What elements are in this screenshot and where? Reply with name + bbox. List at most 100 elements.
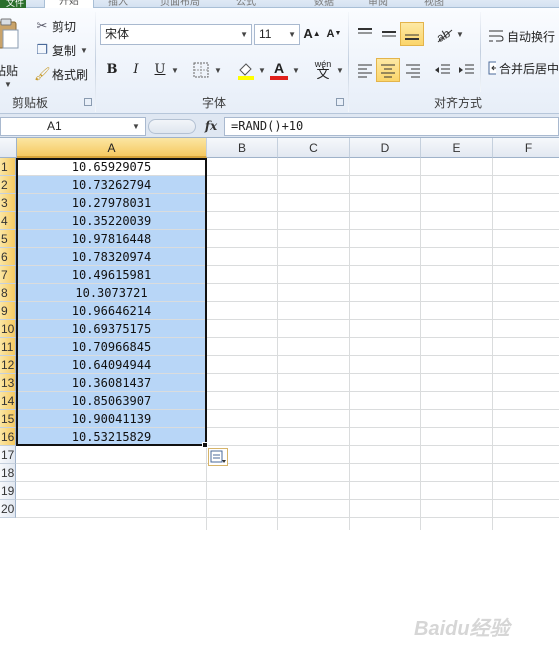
font-color-dropdown-icon[interactable]: ▼ [292,66,300,75]
paste-button[interactable]: 粘贴 ▼ [0,18,24,89]
paste-options-button[interactable] [208,448,228,466]
merge-center-button[interactable]: 合并后居中 [488,58,559,78]
formula-input[interactable]: =RAND()+10 [224,117,559,136]
insert-function-button[interactable]: fx [201,118,221,135]
orientation-dropdown-icon[interactable]: ▼ [456,30,464,39]
group-separator [480,12,481,92]
fill-color-icon[interactable] [236,60,256,80]
column-header-e[interactable]: E [421,138,493,158]
font-launcher-icon[interactable] [336,98,344,106]
wrap-text-button[interactable]: 自动换行 [488,26,555,46]
column-header-c[interactable]: C [278,138,350,158]
cut-button[interactable]: ✂ 剪切 [34,16,76,36]
row-header-17[interactable]: 17 [0,446,16,464]
align-bottom-button[interactable] [400,22,424,46]
wrap-text-label: 自动换行 [507,29,556,44]
row-header-1[interactable]: 1 [0,158,16,176]
row-header-11[interactable]: 11 [0,338,16,356]
tab-review[interactable]: 审阅 [368,0,398,8]
name-box[interactable]: A1 [0,117,146,136]
column-header-f[interactable]: F [493,138,559,158]
align-left-icon[interactable] [356,62,374,78]
orientation-icon[interactable]: ab [434,24,456,44]
fill-color-dropdown-icon[interactable]: ▼ [258,66,266,75]
row-header-14[interactable]: 14 [0,392,16,410]
clipboard-launcher-icon[interactable] [84,98,92,106]
paste-dropdown-icon[interactable]: ▼ [4,80,12,89]
underline-button[interactable]: U [150,60,170,80]
worksheet-grid[interactable]: ABCDEF 1 2 3 4 5 6 7 8 9 10 11 12 13 14 15 16 17 18 19 20 1… [0,138,559,640]
grow-font-icon[interactable]: A▲ [302,24,322,44]
font-size-combo[interactable]: 11 ▼ [254,24,300,45]
row-header-8[interactable]: 8 [0,284,16,302]
decrease-indent-icon[interactable] [434,62,452,78]
align-center-button[interactable] [376,58,400,82]
row-header-2[interactable]: 2 [0,176,16,194]
format-painter-button[interactable]: 🖌 格式刷 [34,64,88,84]
phonetic-dropdown-icon[interactable]: ▼ [336,66,344,75]
shrink-font-icon[interactable]: A▼ [324,24,344,44]
merge-center-label: 合并后居中 [498,61,559,76]
tab-insert[interactable]: 插入 [108,0,138,8]
group-separator [95,12,96,112]
row-header-12[interactable]: 12 [0,356,16,374]
watermark: Baidu经验 [414,618,510,640]
align-right-icon[interactable] [404,62,422,78]
gridline-horizontal [16,499,559,500]
align-bottom-icon [405,34,419,40]
row-header-6[interactable]: 6 [0,248,16,266]
row-header-13[interactable]: 13 [0,374,16,392]
formula-bar-splitter[interactable] [148,119,196,134]
select-all-corner[interactable] [0,138,17,158]
underline-dropdown-icon[interactable]: ▼ [171,66,179,75]
format-painter-icon: 🖌 [34,66,51,81]
font-name-combo[interactable]: 宋体 ▼ [100,24,252,45]
column-header-a[interactable]: A [17,138,207,158]
font-group-label: 字体 [202,96,227,110]
row-header-9[interactable]: 9 [0,302,16,320]
row-header-20[interactable]: 20 [0,500,16,518]
italic-button[interactable]: I [126,60,146,80]
tab-data[interactable]: 数据 [314,0,344,8]
font-color-icon[interactable]: A [270,60,288,80]
gridline-horizontal [16,517,559,518]
paste-options-icon [210,450,226,463]
row-header-4[interactable]: 4 [0,212,16,230]
border-icon[interactable] [193,62,209,78]
align-top-icon[interactable] [356,26,374,42]
row-header-18[interactable]: 18 [0,464,16,482]
gridline-horizontal [16,463,559,464]
align-middle-icon[interactable] [380,26,398,42]
wrap-text-icon [489,30,504,42]
gridline-vertical [420,158,421,530]
ribbon-home: 粘贴 ▼ ✂ 剪切 ❐ 复制 ▼ 🖌 格式刷 剪贴板 宋体 ▼ 11 ▼ A▲ … [0,8,559,114]
merge-icon [488,61,496,75]
column-header-d[interactable]: D [350,138,421,158]
increase-indent-icon[interactable] [458,62,476,78]
copy-dropdown-icon[interactable]: ▼ [80,46,88,55]
column-header-b[interactable]: B [207,138,278,158]
selection-border [16,158,207,446]
phonetic-icon[interactable]: wén 文 [312,58,334,82]
row-header-3[interactable]: 3 [0,194,16,212]
clipboard-group-label: 剪贴板 [12,96,49,110]
row-header-10[interactable]: 10 [0,320,16,338]
tab-page-layout[interactable]: 页面布局 [160,0,212,8]
tab-formulas[interactable]: 公式 [236,0,266,8]
svg-text:ab: ab [434,26,453,44]
font-size-dropdown-icon[interactable]: ▼ [288,25,296,44]
cut-icon: ✂ [36,18,48,33]
border-dropdown-icon[interactable]: ▼ [214,66,222,75]
name-box-dropdown-icon[interactable]: ▼ [132,122,140,131]
bold-button[interactable]: B [102,60,122,80]
copy-label: 复制 [52,43,77,58]
row-header-16[interactable]: 16 [0,428,16,446]
tab-view[interactable]: 视图 [424,0,454,8]
row-header-15[interactable]: 15 [0,410,16,428]
row-header-19[interactable]: 19 [0,482,16,500]
tab-file[interactable]: 文件 [0,0,26,8]
copy-button[interactable]: ❐ 复制 ▼ [34,40,88,60]
row-header-5[interactable]: 5 [0,230,16,248]
font-name-dropdown-icon[interactable]: ▼ [240,25,248,44]
row-header-7[interactable]: 7 [0,266,16,284]
